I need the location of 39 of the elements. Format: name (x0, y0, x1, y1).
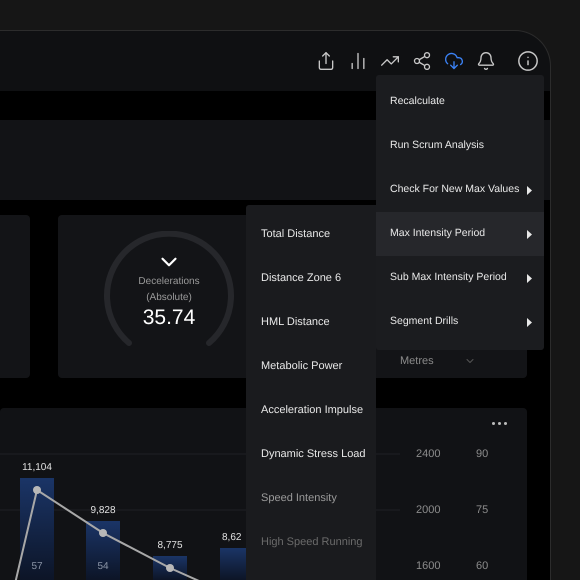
menu-item[interactable]: Sub Max Intensity Period (376, 256, 544, 300)
submenu-item[interactable]: Metabolic Power (246, 344, 376, 388)
submenu-arrow-icon (527, 186, 532, 194)
bar-count-label: 54 (96, 561, 110, 573)
submenu-item[interactable]: HML Distance (246, 300, 376, 344)
gauge-value: 35.74 (142, 304, 196, 330)
menu-item[interactable]: Segment Drills (376, 300, 544, 344)
bar-value-label: 8,62 (222, 532, 242, 544)
bar-count-label: 57 (30, 561, 44, 573)
chart-point (33, 486, 41, 494)
more-icon[interactable] (492, 422, 507, 425)
submenu-item[interactable]: Dynamic Stress Load (246, 432, 376, 476)
bar-value-label: 11,104 (21, 462, 53, 474)
axis-tick: 60 (476, 559, 488, 573)
unit-label: Metres (400, 354, 434, 368)
axis-tick: 2000 (416, 503, 440, 517)
axis-tick: 2400 (416, 447, 440, 461)
menu-item[interactable]: Max Intensity Period (376, 212, 544, 256)
submenu-arrow-icon (527, 230, 532, 238)
submenu-arrow-icon (527, 274, 532, 282)
chart-point (166, 564, 174, 572)
axis-tick: 90 (476, 447, 488, 461)
bar-value-label: 9,828 (89, 505, 117, 517)
axis-tick: 75 (476, 503, 488, 517)
bar-value-label: 8,775 (156, 540, 184, 552)
gauge-label: Decelerations (138, 274, 200, 288)
submenu-item[interactable]: Distance Zone 6 (246, 256, 376, 300)
menu-item[interactable]: Run Scrum Analysis (376, 124, 544, 168)
menu-item[interactable]: Check For New Max Values (376, 168, 544, 212)
gauge-sublabel: (Absolute) (146, 290, 192, 304)
chart-bar (86, 521, 120, 580)
submenu-item[interactable]: Total Distance (246, 212, 376, 256)
axis-tick: 1600 (416, 559, 440, 573)
submenu-arrow-icon (527, 318, 532, 326)
menu-item[interactable]: Recalculate (376, 80, 544, 124)
submenu-item[interactable]: Acceleration Impulse (246, 388, 376, 432)
submenu-item[interactable]: Speed Intensity (246, 476, 376, 520)
info-icon[interactable] (516, 48, 540, 73)
chart-point (99, 529, 107, 537)
